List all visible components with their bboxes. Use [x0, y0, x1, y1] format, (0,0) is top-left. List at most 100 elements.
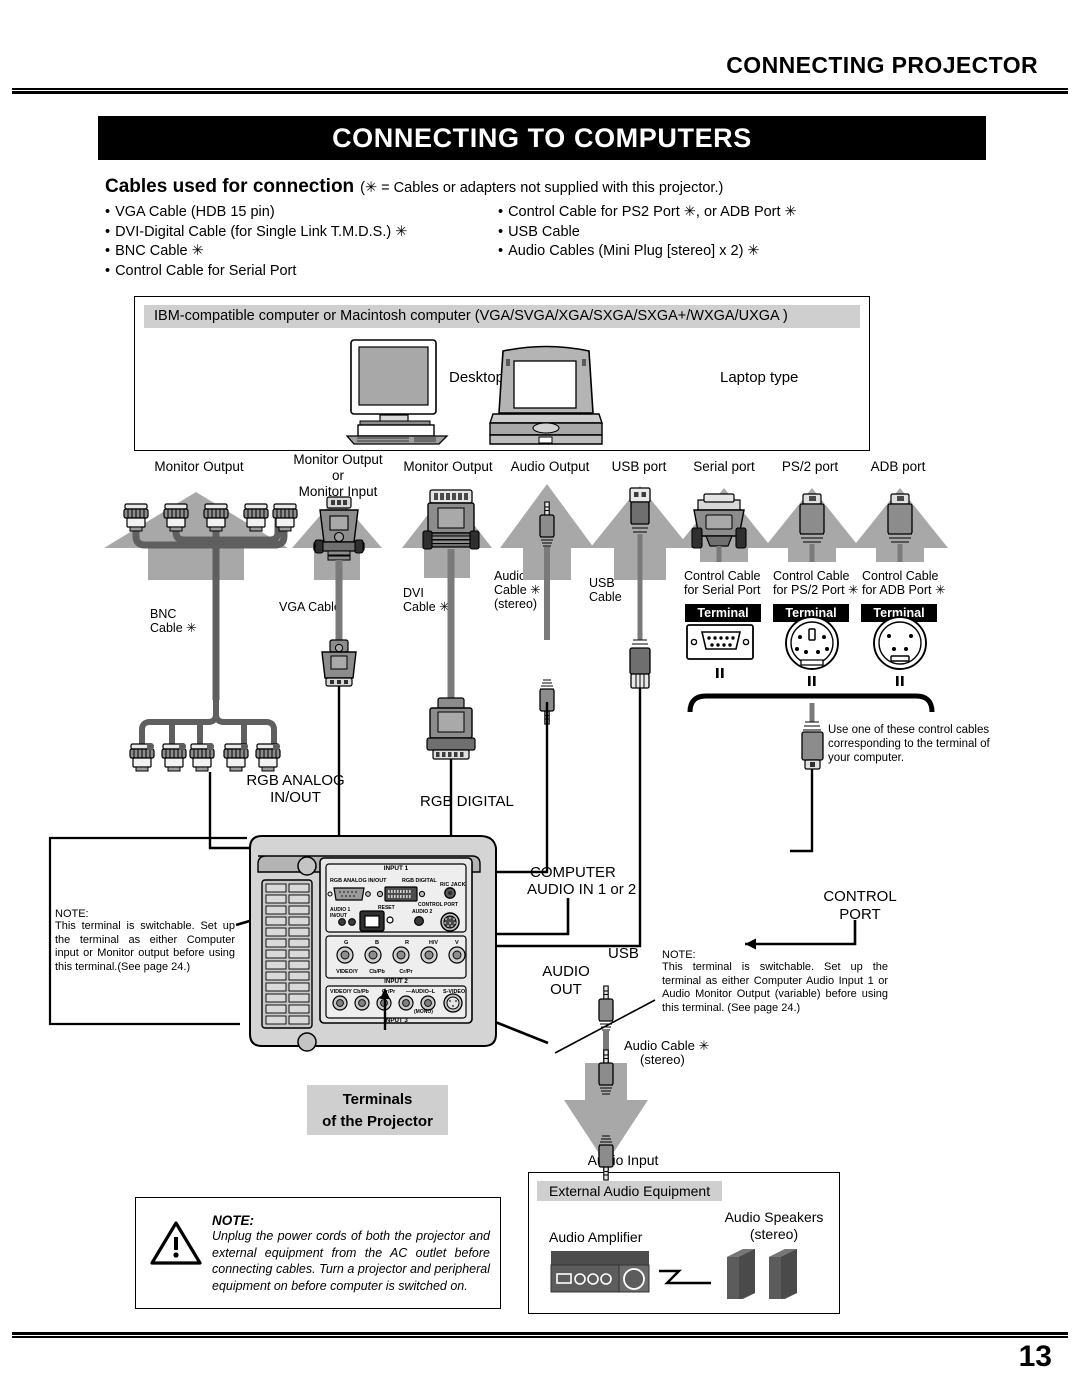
vga-cable-graphic [313, 496, 365, 872]
gray-down-arrow-audio [564, 1063, 648, 1164]
laptop-computer-icon [489, 345, 603, 445]
left-terminal-note: NOTE: This terminal is switchable. Set u… [55, 908, 235, 974]
computers-box-caption: IBM-compatible computer or Macintosh com… [144, 305, 860, 328]
callout-audio-out-line2: OUT [550, 981, 582, 998]
panel-label-bnc-g: G [344, 940, 348, 946]
panel-label-rgb-analog: RGB ANALOG IN/OUT [330, 878, 387, 884]
panel-label-bnc-b: B [375, 940, 379, 946]
panel-label-input2: INPUT 2 [384, 978, 408, 985]
callout-audio-out-line1: AUDIO [542, 963, 590, 980]
panel-label-cbpb: Cb/Pb [369, 969, 385, 975]
cables-heading-row: Cables used for connection (✳ = Cables or… [105, 176, 1005, 198]
audio-amplifier-label: Audio Amplifier [549, 1229, 643, 1245]
caption-audio-line2: Cable ✳ [494, 583, 541, 597]
desktop-computer-icon [345, 339, 449, 445]
panel-label-in3-crpr: Cr/Pr [382, 989, 396, 995]
cables-heading: Cables used for connection [105, 176, 355, 197]
list-item: DVI-Digital Cable (for Single Link T.M.D… [105, 223, 525, 243]
panel-label-bnc-hv: H/V [429, 940, 438, 946]
port-label-audio-output: Audio Output [510, 459, 590, 474]
panel-label-input1: INPUT 1 [384, 865, 409, 872]
caption-audio-line3: (stereo) [494, 597, 538, 611]
laptop-type-label: Laptop type [720, 369, 799, 386]
callout-computer-audio-line1: COMPUTER [530, 864, 616, 881]
panel-label-videoy: VIDEO/Y [336, 969, 358, 975]
caption-serial-line1: Control Cable [684, 569, 761, 583]
audio-out-cable-graphic [598, 985, 614, 1171]
caption-serial-line2: for Serial Port [684, 583, 761, 597]
panel-label-crpr: Cr/Pr [399, 969, 413, 975]
panel-label-mono: (MONO) [414, 1009, 433, 1015]
audio-cable-graphic [452, 501, 555, 874]
caption-adb-line1: Control Cable [862, 569, 939, 583]
caption-ps2-line2: for PS/2 Port ✳ [773, 583, 859, 597]
port-label-monitor-output-2-line1: Monitor Output [293, 452, 383, 467]
terminal-tag-serial: Terminal [685, 604, 761, 622]
panel-label-control-port: CONTROL PORT [418, 902, 458, 908]
caption-dvi-line2: Cable ✳ [403, 600, 450, 614]
right-note-body: This terminal is switchable. Set up the … [662, 961, 888, 1014]
projector-terminals-illustration: INPUT 1 RGB ANALOG IN/OUT RGB DIGITAL R/… [249, 835, 497, 1052]
list-item: Control Cable for Serial Port [105, 262, 525, 282]
caption-bnc-line1: BNC [150, 607, 177, 621]
caption-usb-line2: Cable [589, 590, 622, 604]
list-item: USB Cable [498, 223, 968, 243]
external-audio-title: External Audio Equipment [537, 1181, 723, 1201]
panel-label-audio1-a: AUDIO 1 [330, 907, 351, 913]
callout-rgb-analog-line2: IN/OUT [270, 789, 321, 806]
caption-audio-out-cable-line2: (stereo) [640, 1052, 685, 1067]
panel-label-in3-audio: —AUDIO–L [406, 989, 436, 995]
callout-computer-audio-line2: AUDIO IN 1 or 2 [527, 881, 637, 898]
audio-speakers-label-line1: Audio Speakers [724, 1209, 824, 1225]
right-terminal-note: NOTE: This terminal is switchable. Set u… [662, 949, 888, 1015]
terminals-of-projector-chip: Terminals of the Projector [307, 1085, 448, 1135]
panel-label-audio2: AUDIO 2 [412, 909, 433, 915]
callout-control-port-line2: PORT [839, 906, 881, 923]
audio-amplifier-icon [550, 1251, 650, 1293]
page-number: 13 [1018, 1340, 1052, 1373]
list-item: Control Cable for PS2 Port ✳, or ADB Por… [498, 203, 968, 223]
port-label-ps2: PS/2 port [781, 459, 839, 474]
callout-rgb-digital: RGB DIGITAL [420, 793, 514, 810]
panel-label-input3: INPUT 3 [384, 1017, 408, 1024]
panel-label-rc-jack: R/C JACK [440, 882, 466, 888]
caption-bnc-line2: Cable ✳ [150, 621, 197, 635]
callout-usb: USB [608, 945, 639, 962]
external-audio-equipment-box: External Audio Equipment Audio Amplifier… [528, 1172, 840, 1314]
panel-label-svideo: S-VIDEO [443, 989, 465, 995]
warning-triangle-icon [150, 1221, 202, 1265]
terminal-tag-adb: Terminal [861, 604, 937, 622]
dvi-cable-graphic [403, 489, 480, 869]
cables-list-left: VGA Cable (HDB 15 pin) DVI-Digital Cable… [105, 203, 525, 281]
section-title-banner: CONNECTING TO COMPUTERS [98, 116, 986, 160]
panel-label-bnc-r: R [405, 940, 409, 946]
panel-label-in3-video: VIDEO/Y Cb/Pb [330, 989, 370, 995]
terminal-tag-ps2: Terminal [773, 604, 849, 622]
running-head: CONNECTING PROJECTOR [726, 52, 1038, 78]
right-note-title: NOTE: [662, 949, 696, 961]
caption-adb-line2: for ADB Port ✳ [862, 583, 946, 597]
list-item: BNC Cable ✳ [105, 242, 525, 262]
speaker-wire-icon [659, 1269, 711, 1285]
port-label-serial: Serial port [693, 459, 755, 474]
warning-note-box: NOTE: Unplug the power cords of both the… [135, 1197, 501, 1309]
caption-audio-line1: Audio [494, 569, 526, 583]
audio-speakers-label-line2: (stereo) [749, 1226, 799, 1242]
port-label-monitor-output-1: Monitor Output [154, 459, 244, 474]
caption-vga: VGA Cable [279, 600, 341, 614]
panel-label-bnc-v: V [455, 940, 459, 946]
list-item: VGA Cable (HDB 15 pin) [105, 203, 525, 223]
caption-dvi-line1: DVI [403, 586, 424, 600]
footer-rule [12, 1332, 1068, 1338]
terminals-chip-line1: Terminals [342, 1091, 413, 1108]
list-item: Audio Cables (Mini Plug [stereo] x 2) ✳ [498, 242, 968, 262]
label-audio-input: Audio Input [587, 1152, 659, 1168]
caption-usb-line1: USB [589, 576, 615, 590]
panel-label-reset: RESET [378, 905, 395, 911]
callout-control-port-line1: CONTROL [823, 888, 897, 905]
cables-list-right: Control Cable for PS2 Port ✳, or ADB Por… [498, 203, 968, 262]
warning-note-title: NOTE: [212, 1213, 254, 1228]
caption-ps2-line1: Control Cable [773, 569, 850, 583]
callout-rgb-analog-line1: RGB ANALOG [246, 772, 345, 789]
audio-speakers-icon [727, 1249, 797, 1299]
